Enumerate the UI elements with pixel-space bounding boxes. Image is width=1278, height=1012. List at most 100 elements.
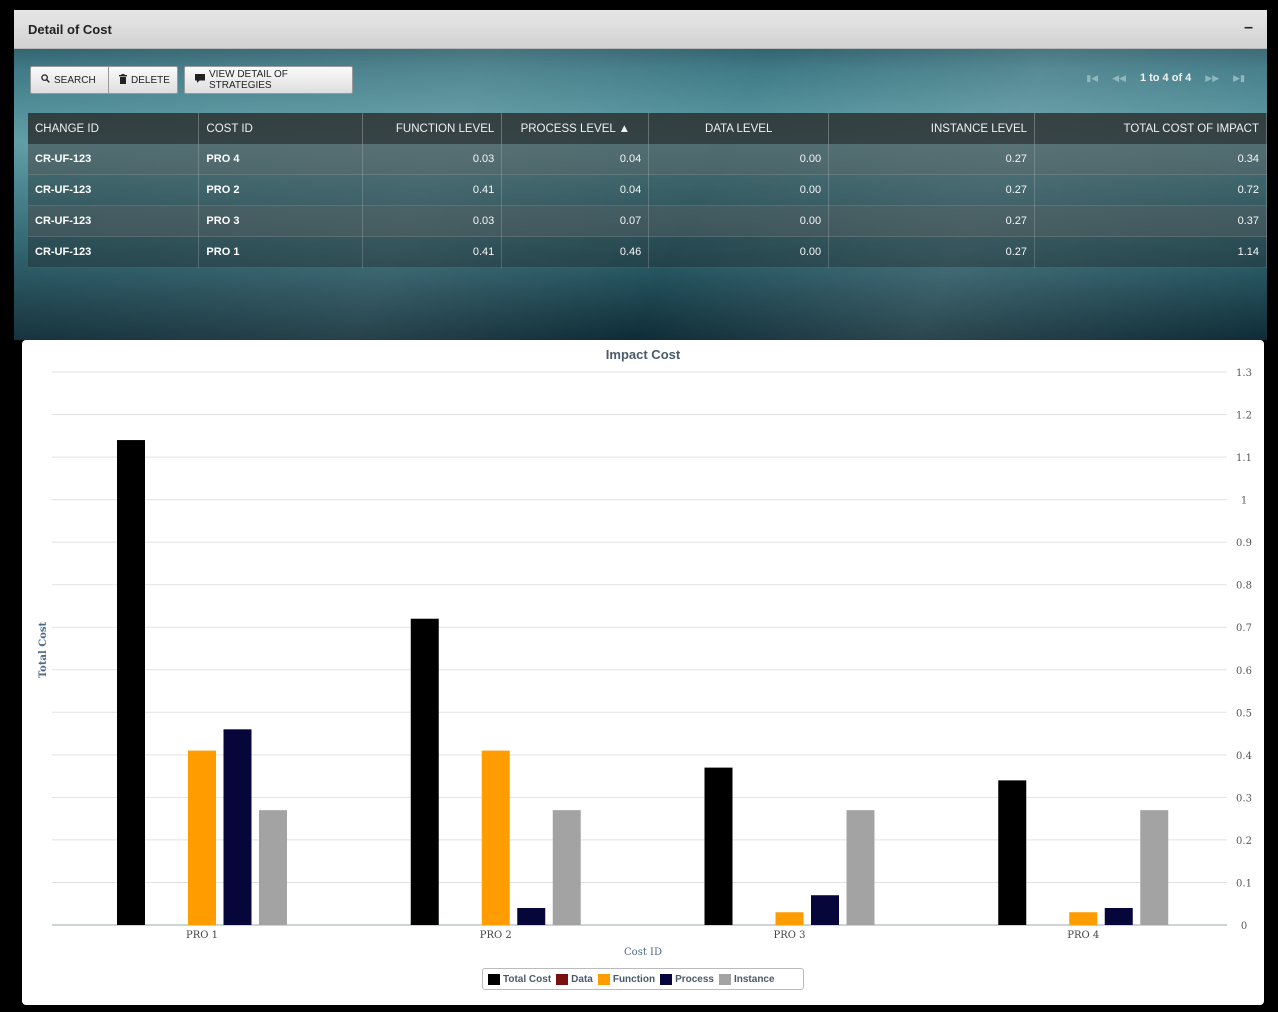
table-row[interactable]: CR-UF-123 PRO 3 0.03 0.07 0.00 0.27 0.37: [28, 205, 1267, 237]
bar-instance: [552, 810, 581, 925]
cell-total-cost: 0.72: [1034, 174, 1267, 206]
bar-process: [517, 907, 546, 925]
search-icon: [41, 74, 50, 86]
cell-total-cost: 0.37: [1034, 205, 1267, 237]
legend-item-process[interactable]: Process: [660, 973, 714, 985]
bar-process: [1104, 907, 1133, 925]
y-axis-title: Total Cost: [38, 622, 49, 679]
cell-function-level: 0.03: [362, 144, 503, 175]
cost-table: CHANGE ID COST ID FUNCTION LEVEL PROCESS…: [28, 113, 1267, 268]
impact-cost-chart-panel: Impact Cost 0 0.1 0.2 0.3 0.4 0.5 0.6 0.7 0.8 0.9…: [22, 340, 1264, 1005]
bar-total-cost: [998, 780, 1027, 925]
column-header-cost-id[interactable]: COST ID: [198, 113, 364, 144]
bar-total-cost: [117, 440, 145, 925]
cell-instance-level: 0.27: [828, 236, 1036, 268]
cell-total-cost: 0.34: [1034, 144, 1267, 175]
cell-process-level: 0.04: [501, 144, 650, 175]
column-header-total-cost-of-impact[interactable]: TOTAL COST OF IMPACT: [1034, 113, 1267, 144]
legend-label: Function: [612, 973, 656, 985]
last-page-icon[interactable]: ▶▮: [1233, 73, 1245, 84]
cell-total-cost: 1.14: [1034, 236, 1267, 268]
y-tick-label: 0.2: [1236, 836, 1252, 847]
legend-swatch: [718, 973, 731, 985]
x-tick-label: PRO 2: [480, 930, 512, 941]
column-header-function-level[interactable]: FUNCTION LEVEL: [362, 113, 503, 144]
bar-total-cost: [410, 618, 439, 925]
cell-change-id: CR-UF-123: [28, 144, 200, 175]
first-page-icon[interactable]: ▮◀: [1086, 73, 1098, 84]
cell-function-level: 0.41: [362, 236, 503, 268]
delete-button[interactable]: DELETE: [108, 66, 178, 94]
bar-function: [481, 750, 510, 925]
trash-icon: [119, 73, 127, 87]
cell-change-id: CR-UF-123: [28, 174, 200, 206]
panel-header: Detail of Cost –: [14, 10, 1267, 49]
comment-icon: [195, 74, 205, 86]
cell-process-level: 0.04: [501, 174, 650, 206]
cell-data-level: 0.00: [648, 236, 830, 268]
impact-cost-chart: 0 0.1 0.2 0.3 0.4 0.5 0.6 0.7 0.8 0.9 1 1.1 1.2 1.3 PR…: [38, 368, 1252, 958]
x-tick-label: PRO 3: [774, 930, 806, 941]
cell-change-id: CR-UF-123: [28, 236, 200, 268]
table-row[interactable]: CR-UF-123 PRO 1 0.41 0.46 0.00 0.27 1.14: [28, 236, 1267, 268]
cell-data-level: 0.00: [648, 174, 830, 206]
legend-swatch: [597, 973, 610, 985]
legend-item-data[interactable]: Data: [556, 973, 593, 985]
table-row[interactable]: CR-UF-123 PRO 2 0.41 0.04 0.00 0.27 0.72: [28, 174, 1267, 206]
column-header-instance-level[interactable]: INSTANCE LEVEL: [828, 113, 1036, 144]
cell-cost-id: PRO 2: [198, 174, 364, 206]
bar-total-cost: [704, 767, 733, 925]
legend-swatch: [488, 973, 500, 985]
legend-item-total-cost[interactable]: Total Cost: [488, 973, 552, 985]
y-tick-label: 1: [1241, 496, 1247, 507]
cell-function-level: 0.41: [362, 174, 503, 206]
y-tick-label: 1.1: [1236, 453, 1252, 464]
cell-data-level: 0.00: [648, 205, 830, 237]
y-tick-label: 1.2: [1236, 411, 1252, 422]
bar-instance: [1140, 810, 1169, 925]
legend-item-function[interactable]: Function: [597, 973, 656, 985]
column-header-change-id[interactable]: CHANGE ID: [28, 113, 200, 144]
next-page-icon[interactable]: ▶▶: [1205, 73, 1219, 84]
column-header-data-level[interactable]: DATA LEVEL: [648, 113, 830, 144]
legend-label: Data: [571, 973, 593, 985]
bar-function: [1069, 912, 1098, 925]
collapse-icon[interactable]: –: [1244, 19, 1253, 37]
cell-change-id: CR-UF-123: [28, 205, 200, 237]
column-header-process-level[interactable]: PROCESS LEVEL ▲: [501, 113, 650, 144]
x-tick-label: PRO 4: [1067, 930, 1099, 941]
view-detail-of-strategies-button[interactable]: VIEW DETAIL OF STRATEGIES: [184, 66, 353, 94]
cell-cost-id: PRO 1: [198, 236, 364, 268]
table-row[interactable]: CR-UF-123 PRO 4 0.03 0.04 0.00 0.27 0.34: [28, 144, 1267, 175]
search-button-label: SEARCH: [54, 74, 96, 86]
y-tick-label: 0.8: [1236, 581, 1252, 592]
x-axis-title: Cost ID: [624, 947, 662, 958]
y-tick-label: 0.4: [1236, 751, 1252, 762]
cell-instance-level: 0.27: [828, 144, 1036, 175]
previous-page-icon[interactable]: ◀◀: [1112, 73, 1126, 84]
bar-function: [188, 750, 216, 925]
cell-data-level: 0.00: [648, 144, 830, 175]
x-tick-label: PRO 1: [186, 930, 218, 941]
bar-instance: [259, 810, 287, 925]
view-detail-of-strategies-label: VIEW DETAIL OF STRATEGIES: [209, 69, 288, 91]
pager: ▮◀ ◀◀ 1 to 4 of 4 ▶▶ ▶▮: [1086, 72, 1245, 84]
y-tick-label: 0.6: [1236, 666, 1252, 677]
search-button[interactable]: SEARCH: [30, 66, 111, 94]
legend-swatch: [660, 973, 673, 985]
cell-instance-level: 0.27: [828, 205, 1036, 237]
cell-process-level: 0.46: [501, 236, 650, 268]
legend-item-instance[interactable]: Instance: [718, 973, 775, 985]
y-tick-label: 0.7: [1236, 623, 1252, 634]
bar-function: [775, 912, 804, 925]
bar-process: [811, 895, 839, 925]
y-tick-label: 0: [1241, 921, 1247, 932]
y-tick-label: 1.3: [1236, 368, 1252, 379]
legend-label: Total Cost: [503, 973, 552, 985]
legend-swatch: [556, 973, 569, 985]
delete-button-label: DELETE: [131, 74, 170, 86]
pager-text: 1 to 4 of 4: [1139, 72, 1192, 84]
bar-instance: [846, 810, 875, 925]
chart-legend: Total Cost Data Function Process Instance: [482, 968, 804, 990]
y-tick-label: 0.9: [1236, 538, 1252, 549]
